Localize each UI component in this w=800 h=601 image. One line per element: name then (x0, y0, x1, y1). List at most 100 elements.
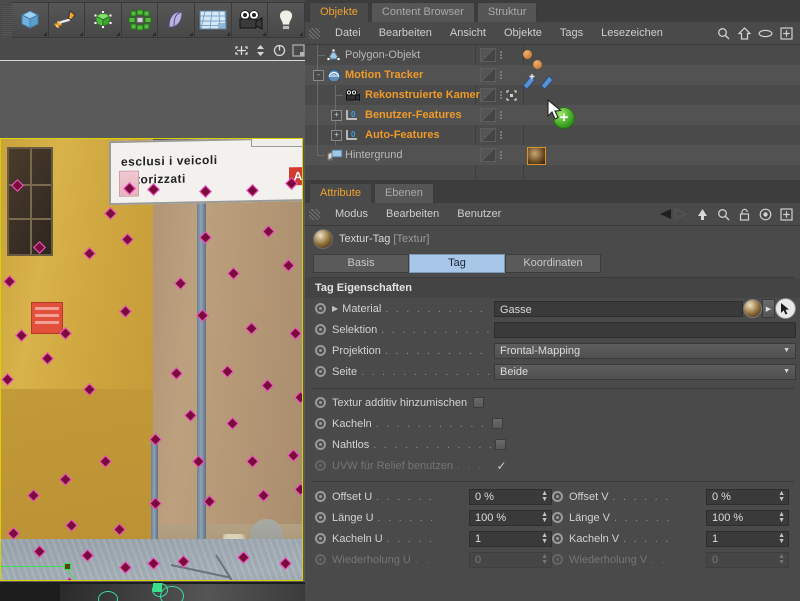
tab-ebenen[interactable]: Ebenen (373, 183, 434, 203)
animation-dot[interactable] (552, 491, 563, 502)
tree-row-auto-features[interactable]: + 0 Auto-Features (305, 125, 800, 145)
search-icon[interactable] (716, 207, 731, 222)
animation-dot[interactable] (552, 533, 563, 544)
gizmo-handle[interactable] (153, 583, 162, 592)
menu-modus[interactable]: Modus (326, 203, 377, 225)
layout-icon[interactable] (291, 43, 305, 57)
search-icon[interactable] (716, 26, 731, 41)
animation-dot[interactable] (315, 418, 326, 429)
tag-dots[interactable] (500, 111, 502, 119)
camera-tool-button[interactable] (231, 2, 269, 38)
hyper-nurbs-tool-button[interactable] (85, 2, 122, 38)
subtab-koordinaten[interactable]: Koordinaten (505, 253, 601, 273)
textur-additiv-checkbox[interactable] (473, 397, 485, 408)
material-dropdown-button[interactable]: ▶ (762, 299, 775, 318)
spinner-icon[interactable]: ▲ ▼ (778, 532, 785, 545)
rotate-icon[interactable] (272, 43, 286, 57)
projection-select[interactable]: Frontal-Mapping ▼ (494, 342, 796, 359)
animation-dot[interactable] (315, 345, 326, 356)
eye-icon[interactable] (758, 26, 773, 41)
nahtlos-checkbox[interactable] (495, 439, 507, 450)
floor-tool-button[interactable] (195, 2, 232, 38)
cube-tool-button[interactable] (11, 2, 49, 38)
kacheln-checkbox[interactable] (491, 418, 503, 429)
animation-dot[interactable] (315, 512, 326, 523)
display-tag[interactable] (480, 48, 496, 62)
spinner-icon[interactable]: ▲ ▼ (541, 490, 548, 503)
array-tool-button[interactable] (121, 2, 159, 38)
target-icon[interactable] (758, 207, 773, 222)
subtab-basis[interactable]: Basis (313, 253, 409, 273)
texture-tag[interactable] (527, 147, 546, 165)
animation-dot[interactable] (315, 491, 326, 502)
pick-material-button[interactable] (775, 298, 796, 319)
toolbar-grip[interactable] (2, 5, 12, 35)
menu-tags[interactable]: Tags (551, 22, 592, 44)
menu-lesezeichen[interactable]: Lesezeichen (592, 22, 672, 44)
side-select[interactable]: Beide ▼ (494, 363, 796, 380)
animation-dot[interactable] (315, 397, 326, 408)
display-tag[interactable] (480, 68, 496, 82)
lock-icon[interactable] (737, 207, 752, 222)
animation-dot[interactable] (315, 324, 326, 335)
animation-dot[interactable] (315, 533, 326, 544)
viewport[interactable]: esclusi i veicoli autorizzati (0, 60, 305, 601)
laenge-u-input[interactable]: 100 % ▲ ▼ (469, 509, 552, 526)
animation-dot[interactable] (315, 303, 326, 314)
menubar-grip[interactable] (309, 208, 320, 220)
tag-dots[interactable] (500, 51, 502, 59)
tree-expander[interactable]: - (313, 70, 324, 81)
menubar-grip[interactable] (309, 27, 320, 39)
spinner-icon[interactable]: ▲ ▼ (541, 532, 548, 545)
laenge-v-input[interactable]: 100 % ▲ ▼ (706, 509, 789, 526)
animation-dot[interactable] (552, 512, 563, 523)
display-tag[interactable] (480, 148, 496, 162)
menu-bearbeiten[interactable]: Bearbeiten (377, 203, 448, 225)
spinner-icon[interactable]: ▲ ▼ (541, 511, 548, 524)
material-thumbnail[interactable] (743, 299, 762, 318)
tree-expander[interactable]: + (331, 110, 342, 121)
plus-box-icon[interactable] (779, 26, 794, 41)
back-arrow-icon[interactable] (659, 207, 689, 222)
subtab-tag[interactable]: Tag (409, 253, 505, 273)
tab-struktur[interactable]: Struktur (476, 2, 538, 22)
menu-ansicht[interactable]: Ansicht (441, 22, 495, 44)
tracked-footage-image[interactable]: esclusi i veicoli autorizzati (0, 138, 303, 581)
offset-u-input[interactable]: 0 % ▲ ▼ (469, 488, 552, 505)
tab-objekte[interactable]: Objekte (309, 2, 369, 22)
material-field[interactable]: Gasse (494, 300, 743, 317)
menu-datei[interactable]: Datei (326, 22, 370, 44)
tag-dots[interactable] (500, 131, 502, 139)
bend-deformer-tool-button[interactable] (158, 2, 196, 38)
tag-dots[interactable] (500, 91, 502, 99)
tag-dots[interactable] (500, 71, 502, 79)
home-icon[interactable] (737, 26, 752, 41)
menu-benutzer[interactable]: Benutzer (448, 203, 510, 225)
display-tag[interactable] (480, 128, 496, 142)
target-icon[interactable] (506, 89, 517, 101)
offset-v-input[interactable]: 0 % ▲ ▼ (706, 488, 789, 505)
object-tree[interactable]: Polygon-Objekt - Motion Tracker Rekonstr… (305, 45, 800, 181)
tree-row-polygon-objekt[interactable]: Polygon-Objekt (305, 45, 800, 65)
plus-box-icon[interactable] (779, 207, 794, 222)
menu-objekte[interactable]: Objekte (495, 22, 551, 44)
up-arrow-icon[interactable] (695, 207, 710, 222)
spline-pen-tool-button[interactable] (48, 2, 86, 38)
scale-icon[interactable] (253, 43, 267, 57)
tag-dots[interactable] (500, 151, 502, 159)
tree-row-hintergrund[interactable]: Hintergrund (305, 145, 800, 165)
kacheln-v-input[interactable]: 1 ▲ ▼ (706, 530, 789, 547)
polygon-vertex[interactable] (64, 563, 71, 570)
move-icon[interactable] (234, 43, 248, 57)
chevron-right-icon[interactable]: ▶ (332, 304, 338, 313)
selection-field[interactable] (494, 321, 796, 338)
tree-expander[interactable]: + (331, 130, 342, 141)
tab-attribute[interactable]: Attribute (309, 183, 372, 203)
animation-dot[interactable] (315, 366, 326, 377)
animation-dot[interactable] (315, 439, 326, 450)
tab-content-browser[interactable]: Content Browser (370, 2, 475, 22)
display-tag[interactable] (480, 88, 496, 102)
menu-bearbeiten[interactable]: Bearbeiten (370, 22, 441, 44)
display-tag[interactable] (480, 108, 496, 122)
spinner-icon[interactable]: ▲ ▼ (778, 490, 785, 503)
